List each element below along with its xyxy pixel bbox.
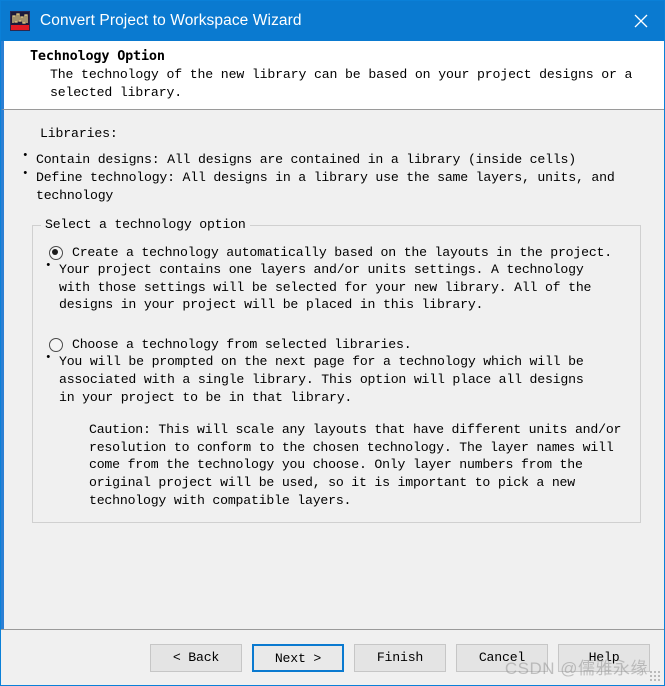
- next-button[interactable]: Next >: [252, 643, 344, 672]
- radio-button-unselected-icon[interactable]: [49, 338, 63, 353]
- list-item: Define technology: All designs in a libr…: [22, 167, 650, 205]
- finish-button[interactable]: Finish: [354, 643, 446, 672]
- technology-option-group: Select a technology option Create a tech…: [32, 216, 641, 523]
- caution-text: Caution: This will scale any layouts tha…: [89, 421, 622, 508]
- close-icon[interactable]: [618, 1, 664, 41]
- wizard-header: Technology Option The technology of the …: [1, 41, 664, 111]
- wizard-window: Convert Project to Workspace Wizard Tech…: [0, 0, 665, 686]
- radio-label: Create a technology automatically based …: [72, 244, 612, 260]
- watermark-dots-icon: [650, 671, 660, 681]
- list-item: Your project contains one layers and/or …: [45, 259, 601, 314]
- radio-option-choose-from-libraries[interactable]: Choose a technology from selected librar…: [49, 336, 628, 353]
- radio-button-selected-icon[interactable]: [49, 245, 63, 260]
- libraries-bullet-list: Contain designs: All designs are contain…: [22, 149, 650, 205]
- radio-option-create-automatically[interactable]: Create a technology automatically based …: [49, 244, 628, 261]
- back-button[interactable]: < Back: [150, 643, 242, 672]
- icon-red-band: [11, 25, 29, 30]
- option2-bullet-list: You will be prompted on the next page fo…: [45, 351, 601, 406]
- wizard-body: Libraries: Contain designs: All designs …: [1, 110, 664, 629]
- title-bar: Convert Project to Workspace Wizard: [1, 1, 664, 41]
- group-legend: Select a technology option: [41, 216, 250, 232]
- waveform-icon: [10, 11, 30, 31]
- list-item: Contain designs: All designs are contain…: [22, 149, 650, 169]
- libraries-label: Libraries:: [40, 126, 118, 142]
- radio-label: Choose a technology from selected librar…: [72, 337, 412, 353]
- help-button[interactable]: Help: [558, 643, 650, 672]
- list-item: You will be prompted on the next page fo…: [45, 351, 601, 406]
- page-subtitle: The technology of the new library can be…: [50, 67, 633, 100]
- cancel-button[interactable]: Cancel: [456, 643, 548, 672]
- option1-bullet-list: Your project contains one layers and/or …: [45, 259, 601, 314]
- button-bar: < Back Next > Finish Cancel Help CSDN @儒…: [1, 629, 664, 685]
- window-title: Convert Project to Workspace Wizard: [40, 12, 302, 29]
- page-title: Technology Option: [30, 48, 165, 64]
